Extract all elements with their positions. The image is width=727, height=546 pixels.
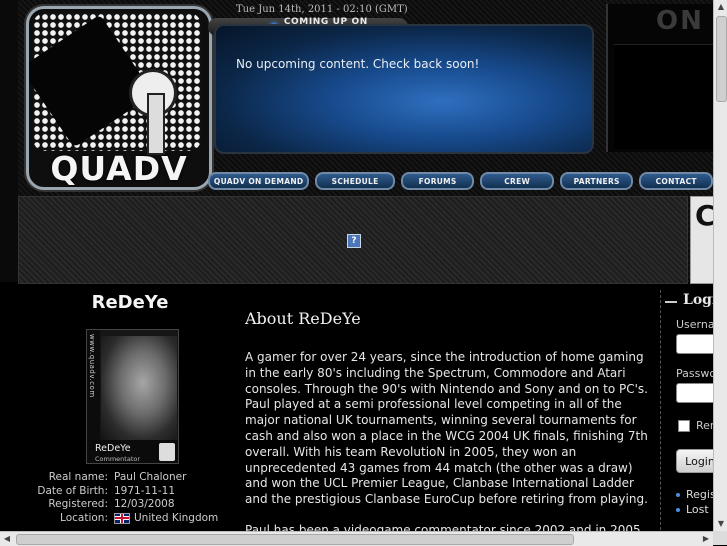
nav-forums[interactable]: FORUMS [400, 172, 475, 190]
login-button[interactable]: Login [676, 449, 713, 473]
nav-partners[interactable]: PARTNERS [559, 172, 634, 190]
lost-password-link[interactable]: Lost password [676, 503, 713, 516]
upcoming-content-panel: No upcoming content. Check back soon! [214, 24, 594, 154]
vertical-scroll-thumb[interactable] [716, 16, 727, 102]
missing-plugin-icon[interactable]: ? [347, 234, 361, 248]
on-air-panel: ON [606, 4, 713, 152]
about-body: A gamer for over 24 years, since the int… [245, 350, 650, 531]
vertical-scrollbar[interactable]: ▲ ▼ [713, 0, 727, 531]
photo-caption-role: Commentator [95, 455, 141, 463]
detail-label: Real name: [48, 471, 108, 483]
microphone-stand [147, 93, 165, 155]
profile-face-image [101, 336, 177, 440]
profile-photo: www.quadv.com ReDeYe Commentator [86, 329, 179, 464]
detail-label: Registered: [48, 498, 108, 510]
scrollbar-corner [713, 531, 727, 545]
scroll-left-icon[interactable]: ◀ [0, 532, 14, 546]
quadv-badge-icon [159, 443, 175, 461]
current-datetime: Tue Jun 14th, 2011 - 02:10 (GMT) [236, 4, 408, 15]
logo-text: QUADV [50, 149, 188, 188]
password-input[interactable] [676, 383, 713, 403]
quadv-logo[interactable]: QUADV [26, 6, 212, 190]
horizontal-scroll-thumb[interactable] [16, 534, 574, 545]
login-box: Login Username Password Remember me Logi… [660, 290, 713, 530]
remember-checkbox[interactable] [678, 420, 690, 432]
about-paragraph: Paul has been a videogame commentator si… [245, 522, 641, 531]
username-label: Username [676, 318, 713, 331]
detail-value: United Kingdom [114, 512, 218, 526]
nav-schedule[interactable]: SCHEDULE [315, 172, 395, 190]
on-air-text: ON [656, 6, 704, 36]
profile-details: Real name: Paul Chaloner Date of Birth: … [10, 471, 218, 525]
uk-flag-icon [114, 512, 130, 524]
detail-value: 1971-11-11 [114, 484, 176, 497]
detail-value: Paul Chaloner [114, 471, 187, 483]
advertisement-banner[interactable]: ? [18, 196, 688, 284]
side-ad-panel[interactable]: C [690, 196, 713, 284]
scroll-down-icon[interactable]: ▼ [714, 517, 727, 531]
about-paragraph: A gamer for over 24 years, since the int… [245, 350, 648, 507]
remember-label: Remember me [696, 419, 713, 432]
nav-crew[interactable]: CREW [480, 172, 554, 190]
password-label: Password [676, 367, 713, 380]
photo-caption-name: ReDeYe [95, 443, 131, 454]
detail-row: Location: United Kingdom [10, 512, 218, 526]
detail-row: Registered: 12/03/2008 [10, 498, 218, 512]
left-strip [0, 0, 18, 282]
username-input[interactable] [676, 334, 713, 354]
nav-contact[interactable]: CONTACT [639, 172, 713, 190]
photo-side-bar: www.quadv.com [87, 330, 100, 440]
detail-row: Date of Birth: 1971-11-11 [10, 485, 218, 499]
upcoming-message: No upcoming content. Check back soon! [236, 57, 480, 71]
login-title: Login [664, 292, 713, 308]
page-viewport: QUADV Tue Jun 14th, 2011 - 02:10 (GMT) C… [0, 0, 713, 531]
horizontal-scrollbar[interactable]: ◀ ▶ [0, 531, 713, 546]
main-nav: QUADV ON DEMAND SCHEDULE FORUMS CREW PAR… [208, 170, 713, 192]
profile-name: ReDeYe [91, 292, 169, 313]
detail-row: Real name: Paul Chaloner [10, 471, 218, 485]
about-title: About ReDeYe [245, 309, 361, 328]
location-text: United Kingdom [134, 511, 219, 524]
on-air-screen [614, 44, 713, 149]
side-ad-glyph: C [695, 199, 713, 232]
register-link[interactable]: Register [676, 488, 713, 501]
scroll-right-icon[interactable]: ▶ [699, 532, 713, 546]
detail-value: 12/03/2008 [114, 498, 175, 510]
photo-side-text: www.quadv.com [88, 334, 96, 398]
scroll-up-icon[interactable]: ▲ [714, 0, 727, 14]
detail-label: Date of Birth: [37, 484, 108, 497]
detail-label: Location: [60, 511, 108, 524]
nav-quadv-on-demand[interactable]: QUADV ON DEMAND [208, 172, 310, 190]
